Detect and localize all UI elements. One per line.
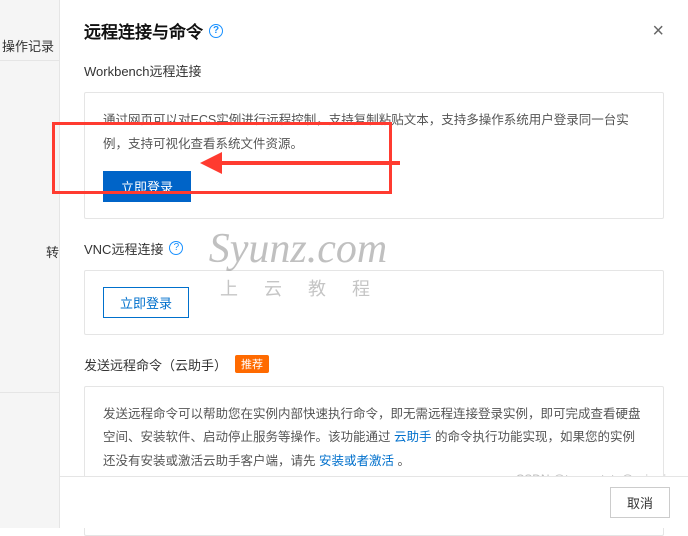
workbench-box: 通过网页可以对ECS实例进行远程控制，支持复制粘贴文本，支持多操作系统用户登录同… [84,92,664,219]
desc-text: 。 [394,454,410,468]
workbench-desc: 通过网页可以对ECS实例进行远程控制，支持复制粘贴文本，支持多操作系统用户登录同… [103,109,645,157]
remote-cmd-title-text: 发送远程命令（云助手） [84,355,227,374]
modal-title-text: 远程连接与命令 [84,18,203,43]
background-sidebar: 操作记录 转 [0,0,60,528]
close-icon[interactable]: × [652,21,664,41]
modal-title: 远程连接与命令 ? [84,18,223,43]
sidebar-divider [0,392,60,393]
modal-footer: 取消 [60,476,688,528]
sidebar-divider [0,60,60,61]
remote-connection-modal: 远程连接与命令 ? × Workbench远程连接 通过网页可以对ECS实例进行… [60,0,688,528]
install-activate-link[interactable]: 安装或者激活 [319,454,394,468]
vnc-title-text: VNC远程连接 [84,239,163,258]
recommend-badge: 推荐 [235,355,269,373]
vnc-login-button[interactable]: 立即登录 [103,287,189,318]
help-icon[interactable]: ? [209,24,223,38]
sidebar-op-record: 操作记录 [2,36,54,55]
remote-cmd-section-title: 发送远程命令（云助手） 推荐 [84,355,664,374]
remote-cmd-desc: 发送远程命令可以帮助您在实例内部快速执行命令，即无需远程连接登录实例，即可完成查… [103,403,645,474]
help-icon[interactable]: ? [169,241,183,255]
vnc-box: 立即登录 [84,270,664,335]
cancel-button[interactable]: 取消 [610,487,670,518]
vnc-section-title: VNC远程连接 ? [84,239,664,258]
modal-header: 远程连接与命令 ? × [84,18,664,43]
sidebar-transfer: 转 [46,242,59,261]
workbench-login-button[interactable]: 立即登录 [103,171,191,202]
workbench-section-title: Workbench远程连接 [84,61,664,80]
cloud-assistant-link[interactable]: 云助手 [394,430,432,444]
